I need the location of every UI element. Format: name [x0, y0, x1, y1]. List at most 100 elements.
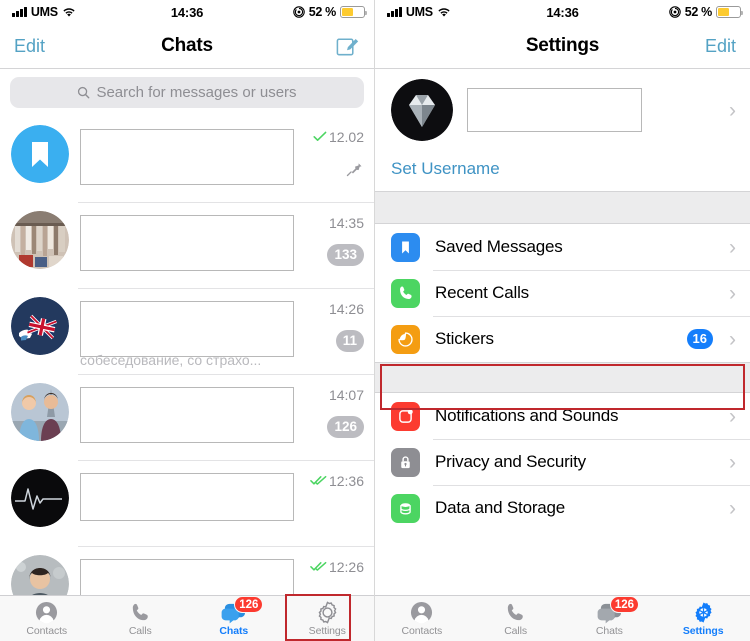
tab-label: Chats: [595, 625, 623, 637]
chevron-right-icon: ›: [729, 98, 736, 122]
tab-label: Contacts: [401, 625, 443, 637]
tab-label: Calls: [128, 625, 152, 637]
settings-row-stickers[interactable]: Stickers 16 ›: [375, 316, 750, 362]
settings-nav-bar: Settings Edit: [375, 24, 750, 68]
tab-settings[interactable]: Settings: [656, 596, 750, 641]
chat-item-meta: 12:26: [300, 553, 364, 575]
phone-icon: [391, 278, 420, 308]
settings-row-label: Notifications and Sounds: [435, 406, 619, 425]
battery-percent-label: 52 %: [308, 5, 337, 19]
battery-icon: [340, 6, 368, 18]
chat-list-item[interactable]: 12:36: [0, 460, 374, 546]
chat-list-item[interactable]: 12.02: [0, 116, 374, 202]
chat-timestamp: 12.02: [328, 129, 364, 145]
rotation-lock-icon: [292, 6, 305, 18]
set-username-label: Set Username: [391, 159, 500, 178]
settings-row-recent-calls[interactable]: Recent Calls ›: [375, 270, 750, 316]
tab-calls[interactable]: Calls: [94, 596, 188, 641]
section-gap: [375, 191, 750, 224]
chevron-right-icon: ›: [729, 327, 736, 351]
settings-row-privacy[interactable]: Privacy and Security ›: [375, 439, 750, 485]
set-username-row[interactable]: Set Username: [375, 153, 750, 191]
tab-contacts[interactable]: Contacts: [0, 596, 94, 641]
chat-item-meta: 14:35 133: [300, 209, 364, 266]
tab-chats[interactable]: 126 Chats: [187, 596, 281, 641]
page-title: Chats: [161, 35, 213, 56]
unread-badge: 133: [327, 244, 364, 266]
diamond-photo-avatar[interactable]: [391, 79, 453, 141]
settings-row-label: Privacy and Security: [435, 452, 586, 471]
double-check-icon: [310, 473, 327, 489]
tab-label: Calls: [504, 625, 528, 637]
contacts-icon: [35, 600, 58, 624]
chat-list: 12.02 14:35 133 собеседование, со страхо…: [0, 116, 374, 632]
unread-count-badge: 126: [609, 596, 640, 613]
chevron-right-icon: ›: [729, 450, 736, 474]
tab-label: Contacts: [26, 625, 68, 637]
status-bar-right-group: 52 %: [292, 5, 368, 19]
chat-list-item[interactable]: собеседование, со страхо... 14:26 11: [0, 288, 374, 374]
chat-item-content: собеседование, со страхо...: [69, 295, 300, 368]
double-check-icon: [310, 559, 327, 575]
wardrobe-photo-avatar: [11, 211, 69, 269]
couple-photo-avatar: [11, 383, 69, 441]
tab-calls[interactable]: Calls: [469, 596, 563, 641]
compose-icon[interactable]: [335, 34, 360, 59]
chat-time-row: 12:36: [300, 473, 364, 489]
union-jack-flag-avatar: [11, 297, 69, 355]
redacted-chat-name: [80, 129, 294, 185]
edit-button[interactable]: Edit: [705, 36, 736, 57]
search-placeholder: Search for messages or users: [96, 84, 297, 101]
chat-item-meta: 14:07 126: [300, 381, 364, 438]
right-phone-screen: UMS 14:36 52 % Settings Edit › Set Usern…: [375, 0, 750, 641]
tab-chats[interactable]: 126 Chats: [563, 596, 657, 641]
settings-row-label: Stickers: [435, 329, 494, 348]
chat-time-row: 14:35: [300, 215, 364, 231]
chat-item-content: [69, 209, 300, 271]
dual-screenshot-container: UMS 14:36 52 % Edit Chats Search for mes…: [0, 0, 750, 641]
chat-item-meta: 14:26 11: [300, 295, 364, 352]
search-input[interactable]: Search for messages or users: [10, 77, 364, 108]
chats-nav-bar: Edit Chats: [0, 24, 374, 68]
section-gap: [375, 362, 750, 393]
redacted-chat-name: [80, 473, 294, 521]
notification-bell-icon: [391, 401, 420, 431]
chat-timestamp: 14:26: [328, 301, 364, 317]
chat-timestamp: 12:26: [328, 559, 364, 575]
settings-row-data-storage[interactable]: Data and Storage ›: [375, 485, 750, 531]
chat-time-row: 12:26: [300, 559, 364, 575]
profile-row[interactable]: ›: [375, 69, 750, 153]
settings-row-notifications[interactable]: Notifications and Sounds ›: [375, 393, 750, 439]
chat-time-row: 14:07: [300, 387, 364, 403]
redacted-chat-name: [80, 387, 294, 443]
settings-row-label: Recent Calls: [435, 283, 529, 302]
page-title: Settings: [525, 35, 600, 56]
redacted-chat-name: [80, 301, 294, 357]
battery-icon: [716, 6, 744, 18]
settings-row-saved-messages[interactable]: Saved Messages ›: [375, 224, 750, 270]
tab-label: Chats: [219, 625, 249, 637]
chevron-right-icon: ›: [729, 281, 736, 305]
tab-settings[interactable]: Settings: [281, 596, 375, 641]
settings-gear-icon: [692, 600, 715, 624]
edit-button[interactable]: Edit: [14, 36, 45, 57]
unread-badge: 11: [335, 330, 364, 352]
status-bar-right: UMS 14:36 52 %: [375, 0, 750, 24]
calls-icon: [129, 600, 152, 624]
chat-preview-text: собеседование, со страхо...: [80, 352, 262, 368]
chats-icon: 126: [597, 596, 640, 624]
settings-row-label: Saved Messages: [435, 237, 563, 256]
tab-contacts[interactable]: Contacts: [375, 596, 469, 641]
chat-timestamp: 14:35: [328, 215, 364, 231]
redacted-chat-name: [80, 215, 294, 271]
status-bar-left: UMS 14:36 52 %: [0, 0, 374, 24]
profile-name-container: [467, 88, 721, 132]
chat-list-item[interactable]: 14:07 126: [0, 374, 374, 460]
calls-icon: [504, 600, 527, 624]
battery-percent-label: 52 %: [684, 5, 713, 19]
unread-badge: 126: [327, 416, 364, 438]
chats-icon: 126: [221, 596, 264, 624]
chat-item-content: [69, 123, 300, 185]
chat-list-item[interactable]: 14:35 133: [0, 202, 374, 288]
chevron-right-icon: ›: [729, 235, 736, 259]
